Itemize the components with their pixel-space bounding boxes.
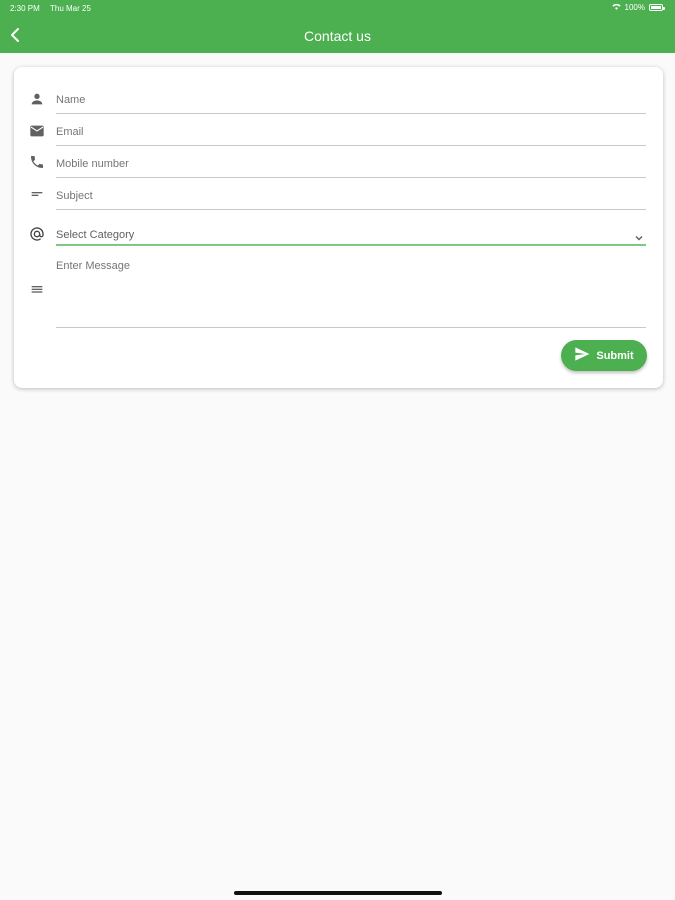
battery-percent: 100%: [624, 3, 645, 12]
contact-form-card: Select Category Enter Message Submit: [14, 67, 663, 388]
chevron-down-icon: [634, 230, 644, 241]
person-icon: [29, 91, 45, 107]
wifi-icon: [611, 3, 621, 12]
mail-icon: [29, 123, 45, 139]
email-input[interactable]: [56, 119, 646, 146]
battery-fill: [651, 6, 661, 9]
home-indicator[interactable]: [234, 891, 442, 895]
notes-icon: [29, 282, 45, 298]
status-indicators: 100%: [611, 3, 665, 12]
category-select[interactable]: Select Category: [56, 224, 646, 246]
battery-icon: [649, 4, 665, 11]
status-date: Thu Mar 25: [50, 4, 91, 13]
subject-input[interactable]: [56, 183, 646, 210]
send-icon: [574, 347, 590, 364]
submit-label: Submit: [596, 349, 634, 362]
message-label: Enter Message: [56, 260, 130, 272]
message-input[interactable]: [56, 275, 646, 328]
mobile-number-input[interactable]: [56, 151, 646, 178]
submit-button[interactable]: Submit: [561, 340, 647, 371]
phone-icon: [29, 154, 45, 170]
short-text-icon: [29, 186, 45, 202]
app-bar: 2:30 PM Thu Mar 25 100% Contact us: [0, 0, 675, 53]
at-icon: [29, 226, 45, 242]
name-input[interactable]: [56, 87, 646, 114]
status-time: 2:30 PM: [10, 4, 40, 13]
status-bar: 2:30 PM Thu Mar 25 100%: [0, 0, 675, 17]
page-title: Contact us: [304, 28, 371, 44]
